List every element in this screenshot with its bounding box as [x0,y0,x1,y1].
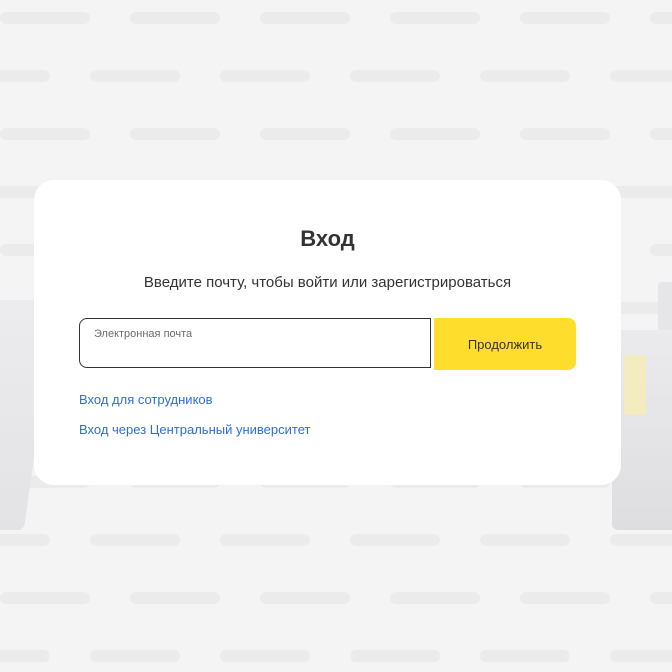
watermark-mark [390,12,480,24]
watermark-mark [650,244,672,256]
login-card: Вход Введите почту, чтобы войти или заре… [34,180,621,485]
background-decoration-right-accent [624,355,646,415]
watermark-mark [90,534,180,546]
login-subtitle: Введите почту, чтобы войти или зарегистр… [143,274,512,291]
watermark-mark [90,70,180,82]
watermark-mark [520,592,610,604]
watermark-mark [350,70,440,82]
watermark-mark [480,70,570,82]
university-login-link[interactable]: Вход через Центральный университет [79,422,310,437]
email-input[interactable] [93,343,413,363]
watermark-mark [90,650,180,662]
watermark-mark [520,12,610,24]
watermark-mark [610,534,672,546]
watermark-mark [0,12,90,24]
watermark-mark [0,128,90,140]
watermark-mark [610,650,672,662]
watermark-mark [610,70,672,82]
watermark-mark [480,534,570,546]
watermark-mark [130,128,220,140]
watermark-mark [480,650,570,662]
watermark-mark [650,12,672,24]
watermark-mark [0,650,50,662]
watermark-mark [260,128,350,140]
watermark-mark [220,650,310,662]
watermark-mark [650,592,672,604]
watermark-mark [260,12,350,24]
watermark-mark [220,70,310,82]
email-field-label: Электронная почта [94,328,193,340]
continue-button[interactable]: Продолжить [434,318,576,370]
watermark-mark [130,12,220,24]
email-field[interactable]: Электронная почта [79,318,431,368]
watermark-mark [260,592,350,604]
employee-login-link[interactable]: Вход для сотрудников [79,392,213,407]
watermark-mark [350,534,440,546]
watermark-mark [0,70,50,82]
watermark-mark [0,534,50,546]
watermark-mark [390,592,480,604]
watermark-mark [220,534,310,546]
watermark-mark [390,128,480,140]
watermark-mark [350,650,440,662]
watermark-mark [130,592,220,604]
watermark-mark [520,128,610,140]
watermark-mark [650,128,672,140]
page-title: Вход [300,226,355,251]
watermark-mark [0,592,90,604]
